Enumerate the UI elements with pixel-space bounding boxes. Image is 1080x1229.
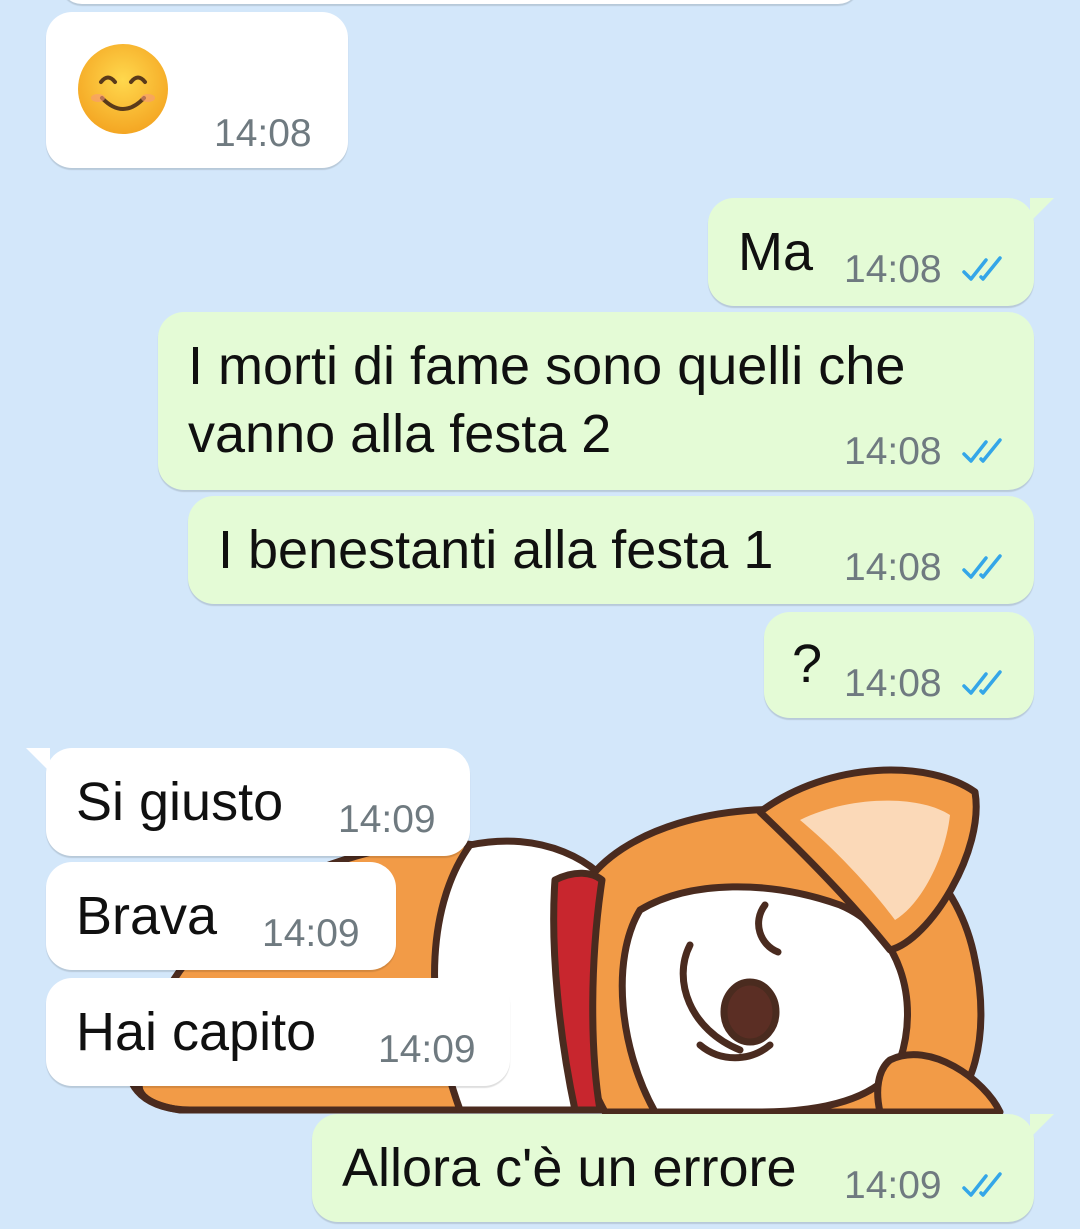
message-text: I benestanti alla festa 1 (218, 520, 774, 580)
chat-area: 14:08 Ma 14:08 I morti di fame sono quel… (0, 0, 1080, 1229)
double-check-read-icon (962, 554, 1002, 579)
message-time: 14:09 (844, 1164, 942, 1207)
message-text: Brava (76, 886, 218, 946)
double-check-read-icon (962, 256, 1002, 281)
smiling-face-emoji (78, 44, 168, 134)
double-check-read-icon (962, 1172, 1002, 1197)
message-time: 14:08 (844, 662, 942, 705)
outgoing-message[interactable]: I benestanti alla festa 1 14:08 (188, 496, 1034, 604)
outgoing-message[interactable]: Ma 14:08 (708, 198, 1054, 306)
incoming-message[interactable]: 14:08 (46, 12, 348, 168)
message-text-line-1: I morti di fame sono quelli che (188, 336, 906, 396)
incoming-message[interactable]: Si giusto 14:09 (26, 748, 470, 856)
double-check-read-icon (962, 670, 1002, 695)
message-time: 14:08 (844, 546, 942, 589)
message-time: 14:08 (844, 248, 942, 291)
message-time: 14:09 (378, 1028, 476, 1071)
message-text: ? (792, 634, 823, 694)
message-time: 14:09 (262, 912, 360, 955)
message-text: Si giusto (76, 772, 284, 832)
outgoing-message[interactable]: ? 14:08 (764, 612, 1034, 718)
message-text-line-2: vanno alla festa 2 (188, 404, 612, 464)
message-time: 14:09 (338, 798, 436, 841)
outgoing-message[interactable]: Allora c'è un errore 14:09 (312, 1114, 1054, 1222)
incoming-message[interactable]: Brava 14:09 (46, 862, 396, 970)
message-time: 14:08 (214, 112, 312, 155)
message-text: Allora c'è un errore (342, 1138, 797, 1198)
incoming-message[interactable]: Hai capito 14:09 (46, 978, 510, 1086)
message-text: Ma (738, 222, 814, 282)
message-text: Hai capito (76, 1002, 317, 1062)
double-check-read-icon (962, 438, 1002, 463)
message-time: 14:08 (844, 430, 942, 473)
outgoing-message[interactable]: I morti di fame sono quelli che vanno al… (158, 312, 1034, 490)
incoming-message-partial[interactable] (60, 0, 860, 4)
